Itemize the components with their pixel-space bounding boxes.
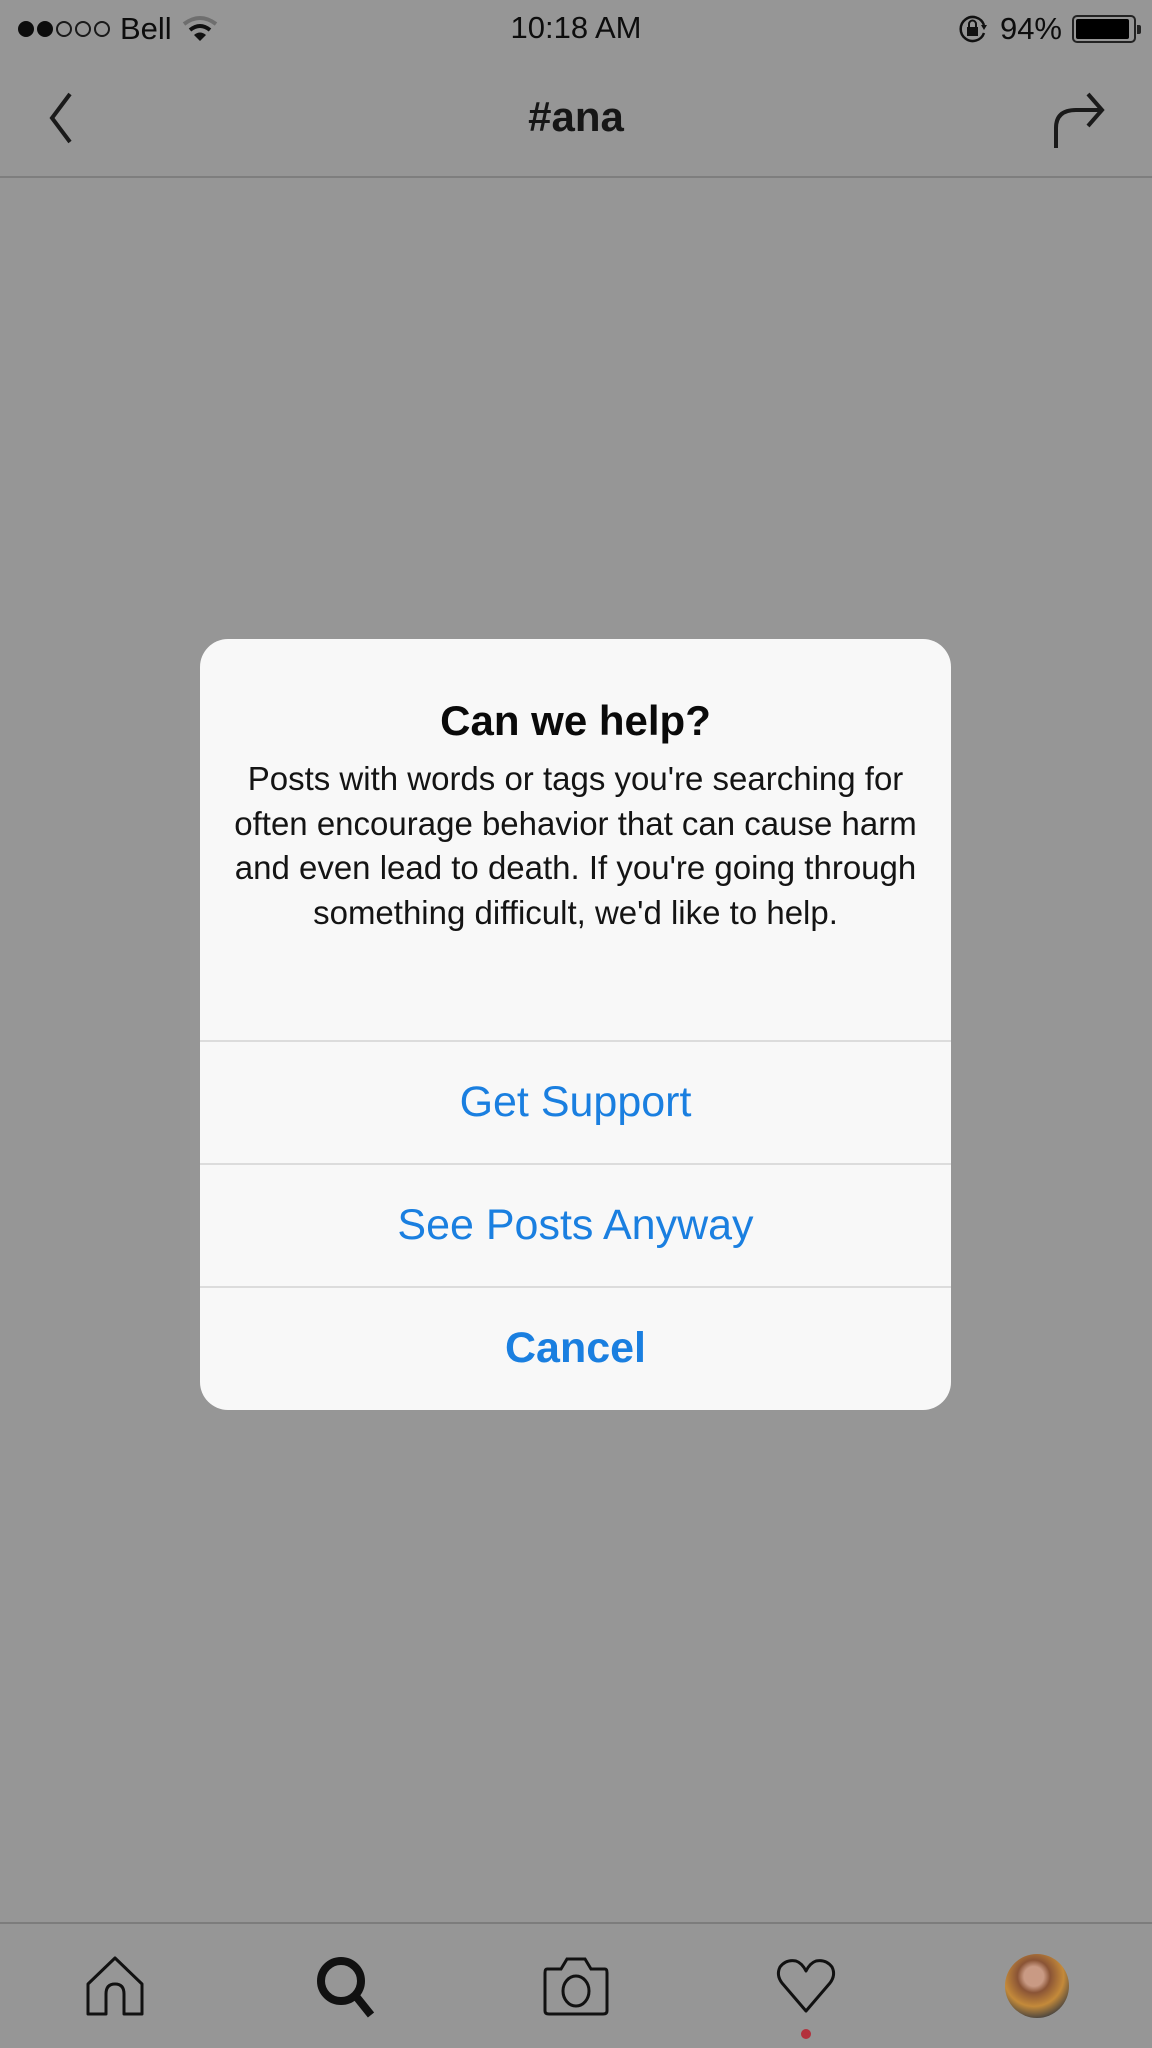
home-icon bbox=[86, 1956, 144, 2016]
see-posts-anyway-button[interactable]: See Posts Anyway bbox=[200, 1163, 951, 1286]
chevron-left-icon[interactable] bbox=[40, 88, 90, 148]
tab-bar bbox=[0, 1922, 1152, 2048]
battery-fill bbox=[1076, 19, 1129, 39]
signal-dot bbox=[18, 21, 34, 37]
signal-strength-icon bbox=[18, 21, 110, 37]
heart-icon bbox=[777, 1959, 836, 2013]
rotation-lock-icon bbox=[959, 15, 987, 43]
battery-icon bbox=[1072, 15, 1141, 43]
signal-dot bbox=[37, 21, 53, 37]
search-icon bbox=[316, 1957, 374, 2018]
carrier-name: Bell bbox=[120, 11, 172, 46]
signal-dot bbox=[56, 21, 72, 37]
tab-activity[interactable] bbox=[761, 1941, 851, 2039]
avatar bbox=[1004, 1954, 1069, 2018]
signal-dot bbox=[94, 21, 110, 37]
notification-dot bbox=[801, 2029, 812, 2039]
signal-dot bbox=[75, 21, 91, 37]
dialog-title: Can we help? bbox=[440, 697, 711, 744]
tab-camera[interactable] bbox=[531, 1941, 621, 2031]
wifi-icon bbox=[182, 16, 217, 41]
cancel-button[interactable]: Cancel bbox=[200, 1286, 951, 1409]
tab-search[interactable] bbox=[301, 1941, 391, 2031]
nav-bar: #ana bbox=[0, 58, 1152, 178]
battery-percent: 94% bbox=[999, 11, 1062, 46]
get-support-button[interactable]: Get Support bbox=[200, 1040, 951, 1163]
page-title: #ana bbox=[528, 93, 624, 140]
camera-icon bbox=[543, 1957, 609, 2016]
dialog-body: Can we help? Posts with words or tags yo… bbox=[200, 639, 951, 1040]
share-arrow-icon[interactable] bbox=[1042, 86, 1112, 156]
status-left: Bell bbox=[18, 11, 218, 47]
status-bar: Bell 10:18 AM 94% bbox=[0, 0, 1152, 58]
status-right: 94% bbox=[956, 11, 1141, 47]
help-dialog: Can we help? Posts with words or tags yo… bbox=[200, 639, 951, 1410]
dialog-message: Posts with words or tags you're searchin… bbox=[234, 760, 917, 931]
tab-home[interactable] bbox=[70, 1941, 160, 2031]
tab-profile[interactable] bbox=[992, 1941, 1082, 2031]
